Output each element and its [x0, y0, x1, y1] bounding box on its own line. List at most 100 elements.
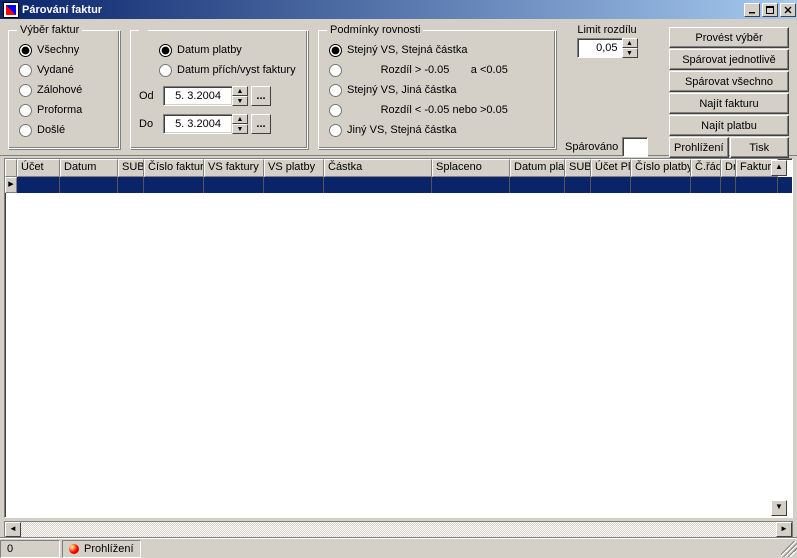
- grid-hscrollbar[interactable]: ◄ ►: [4, 521, 793, 538]
- radio-podm-1[interactable]: [329, 64, 342, 77]
- column-header[interactable]: VS faktury: [204, 159, 264, 177]
- sparovat-vsechno-button[interactable]: Spárovat všechno: [669, 71, 789, 92]
- statusbar: 0 Prohlížení: [0, 538, 797, 558]
- grid-cell[interactable]: [204, 177, 264, 193]
- data-grid[interactable]: ÚčetDatumSUBČíslo fakturVS fakturyVS pla…: [4, 158, 793, 518]
- column-header[interactable]: Datum: [60, 159, 118, 177]
- sparovano-value: [622, 137, 648, 157]
- column-header[interactable]: Datum pla: [510, 159, 565, 177]
- radio-podm-4-label: Jiný VS, Stejná částka: [347, 124, 456, 136]
- grid-vscroll-up[interactable]: ▲: [771, 160, 787, 176]
- grid-cell[interactable]: [432, 177, 510, 193]
- hscroll-track[interactable]: [21, 522, 776, 537]
- titlebar: Párování faktur: [0, 0, 797, 19]
- column-header[interactable]: Číslo platby: [631, 159, 691, 177]
- maximize-button[interactable]: [762, 3, 778, 17]
- date-od-spin-down[interactable]: ▼: [232, 96, 248, 106]
- radio-zalohove-label: Zálohové: [37, 84, 82, 96]
- radio-dosle[interactable]: [19, 124, 32, 137]
- column-header[interactable]: Číslo faktur: [144, 159, 204, 177]
- radio-podm-2-label: Stejný VS, Jiná částka: [347, 84, 456, 96]
- date-od-spin-up[interactable]: ▲: [232, 86, 248, 96]
- radio-proforma[interactable]: [19, 104, 32, 117]
- status-count: 0: [0, 540, 60, 558]
- od-label: Od: [139, 90, 163, 102]
- column-header[interactable]: Částka: [324, 159, 432, 177]
- radio-vsechny-label: Všechny: [37, 44, 79, 56]
- close-button[interactable]: [780, 3, 796, 17]
- grid-cell[interactable]: [17, 177, 60, 193]
- grid-cell[interactable]: [736, 177, 778, 193]
- grid-cell[interactable]: [565, 177, 591, 193]
- hscroll-left[interactable]: ◄: [5, 522, 21, 537]
- prohlizeni-button[interactable]: Prohlížení: [669, 137, 729, 158]
- radio-vydane[interactable]: [19, 64, 32, 77]
- grid-cell[interactable]: [510, 177, 565, 193]
- grid-cell[interactable]: [144, 177, 204, 193]
- radio-podm-0-label: Stejný VS, Stejná částka: [347, 44, 467, 56]
- radio-podm-3[interactable]: [329, 104, 342, 117]
- najit-fakturu-button[interactable]: Najít fakturu: [669, 93, 789, 114]
- date-od-input[interactable]: [163, 86, 233, 106]
- date-do-input[interactable]: [163, 114, 233, 134]
- limit-spin-up[interactable]: ▲: [622, 38, 638, 48]
- radio-datum-platby[interactable]: [159, 44, 172, 57]
- radio-datum-faktury[interactable]: [159, 64, 172, 77]
- record-dot-icon: [69, 544, 79, 554]
- grid-cell[interactable]: [264, 177, 324, 193]
- grid-cell[interactable]: [591, 177, 631, 193]
- minimize-button[interactable]: [744, 3, 760, 17]
- grid-cell[interactable]: [324, 177, 432, 193]
- row-indicator[interactable]: ▸: [5, 177, 17, 193]
- radio-podm-1-label: Rozdíl > -0.05 a <0.05: [347, 64, 508, 76]
- sparovano-label: Spárováno: [565, 141, 618, 153]
- limit-label: Limit rozdílu: [567, 24, 647, 36]
- column-header[interactable]: SUB: [118, 159, 144, 177]
- column-header[interactable]: SUB: [565, 159, 591, 177]
- tisk-button[interactable]: Tisk: [730, 137, 790, 158]
- grid-cell[interactable]: [721, 177, 736, 193]
- podm-legend: Podmínky rovnosti: [327, 24, 423, 36]
- date-do-spin-up[interactable]: ▲: [232, 114, 248, 124]
- limit-spin-down[interactable]: ▼: [622, 48, 638, 58]
- radio-podm-2[interactable]: [329, 84, 342, 97]
- groupbox-podminky: Podmínky rovnosti Stejný VS, Stejná část…: [318, 24, 556, 149]
- resize-grip-icon[interactable]: [781, 541, 797, 557]
- vyber-legend: Výběr faktur: [17, 24, 82, 36]
- radio-zalohove[interactable]: [19, 84, 32, 97]
- status-mode: Prohlížení: [62, 540, 141, 558]
- hscroll-right[interactable]: ►: [776, 522, 792, 537]
- date-do-browse[interactable]: ...: [251, 114, 271, 134]
- date-do-spin-down[interactable]: ▼: [232, 124, 248, 134]
- provest-vyber-button[interactable]: Provést výběr: [669, 27, 789, 48]
- radio-podm-4[interactable]: [329, 124, 342, 137]
- limit-rozdilu: Limit rozdílu ▲ ▼: [567, 24, 647, 58]
- column-header[interactable]: Účet Pl: [591, 159, 631, 177]
- grid-vscroll-down[interactable]: ▼: [771, 500, 787, 516]
- limit-input[interactable]: [577, 38, 623, 58]
- grid-cell[interactable]: [631, 177, 691, 193]
- radio-datum-faktury-label: Datum přích/vyst faktury: [177, 64, 296, 76]
- app-icon: [3, 2, 19, 18]
- column-header[interactable]: Č.řád: [691, 159, 721, 177]
- grid-cell[interactable]: [691, 177, 721, 193]
- radio-podm-0[interactable]: [329, 44, 342, 57]
- do-label: Do: [139, 118, 163, 130]
- grid-cell[interactable]: [60, 177, 118, 193]
- date-od-browse[interactable]: ...: [251, 86, 271, 106]
- column-header[interactable]: Účet: [17, 159, 60, 177]
- column-header[interactable]: Splaceno: [432, 159, 510, 177]
- sparovat-jednotlive-button[interactable]: Spárovat jednotlivě: [669, 49, 789, 70]
- window-title: Párování faktur: [22, 4, 102, 16]
- grid-cell[interactable]: [118, 177, 144, 193]
- radio-vsechny[interactable]: [19, 44, 32, 57]
- najit-platbu-button[interactable]: Najít platbu: [669, 115, 789, 136]
- radio-podm-3-label: Rozdíl < -0.05 nebo >0.05: [347, 104, 508, 116]
- column-header[interactable]: VS platby: [264, 159, 324, 177]
- groupbox-datum: Datum platby Datum přích/vyst faktury Od…: [130, 24, 308, 149]
- radio-datum-platby-label: Datum platby: [177, 44, 242, 56]
- row-header-corner[interactable]: [5, 159, 17, 177]
- radio-proforma-label: Proforma: [37, 104, 82, 116]
- column-header[interactable]: Dr: [721, 159, 736, 177]
- groupbox-vyber-faktur: Výběr faktur Všechny Vydané Zálohové Pro…: [8, 24, 120, 149]
